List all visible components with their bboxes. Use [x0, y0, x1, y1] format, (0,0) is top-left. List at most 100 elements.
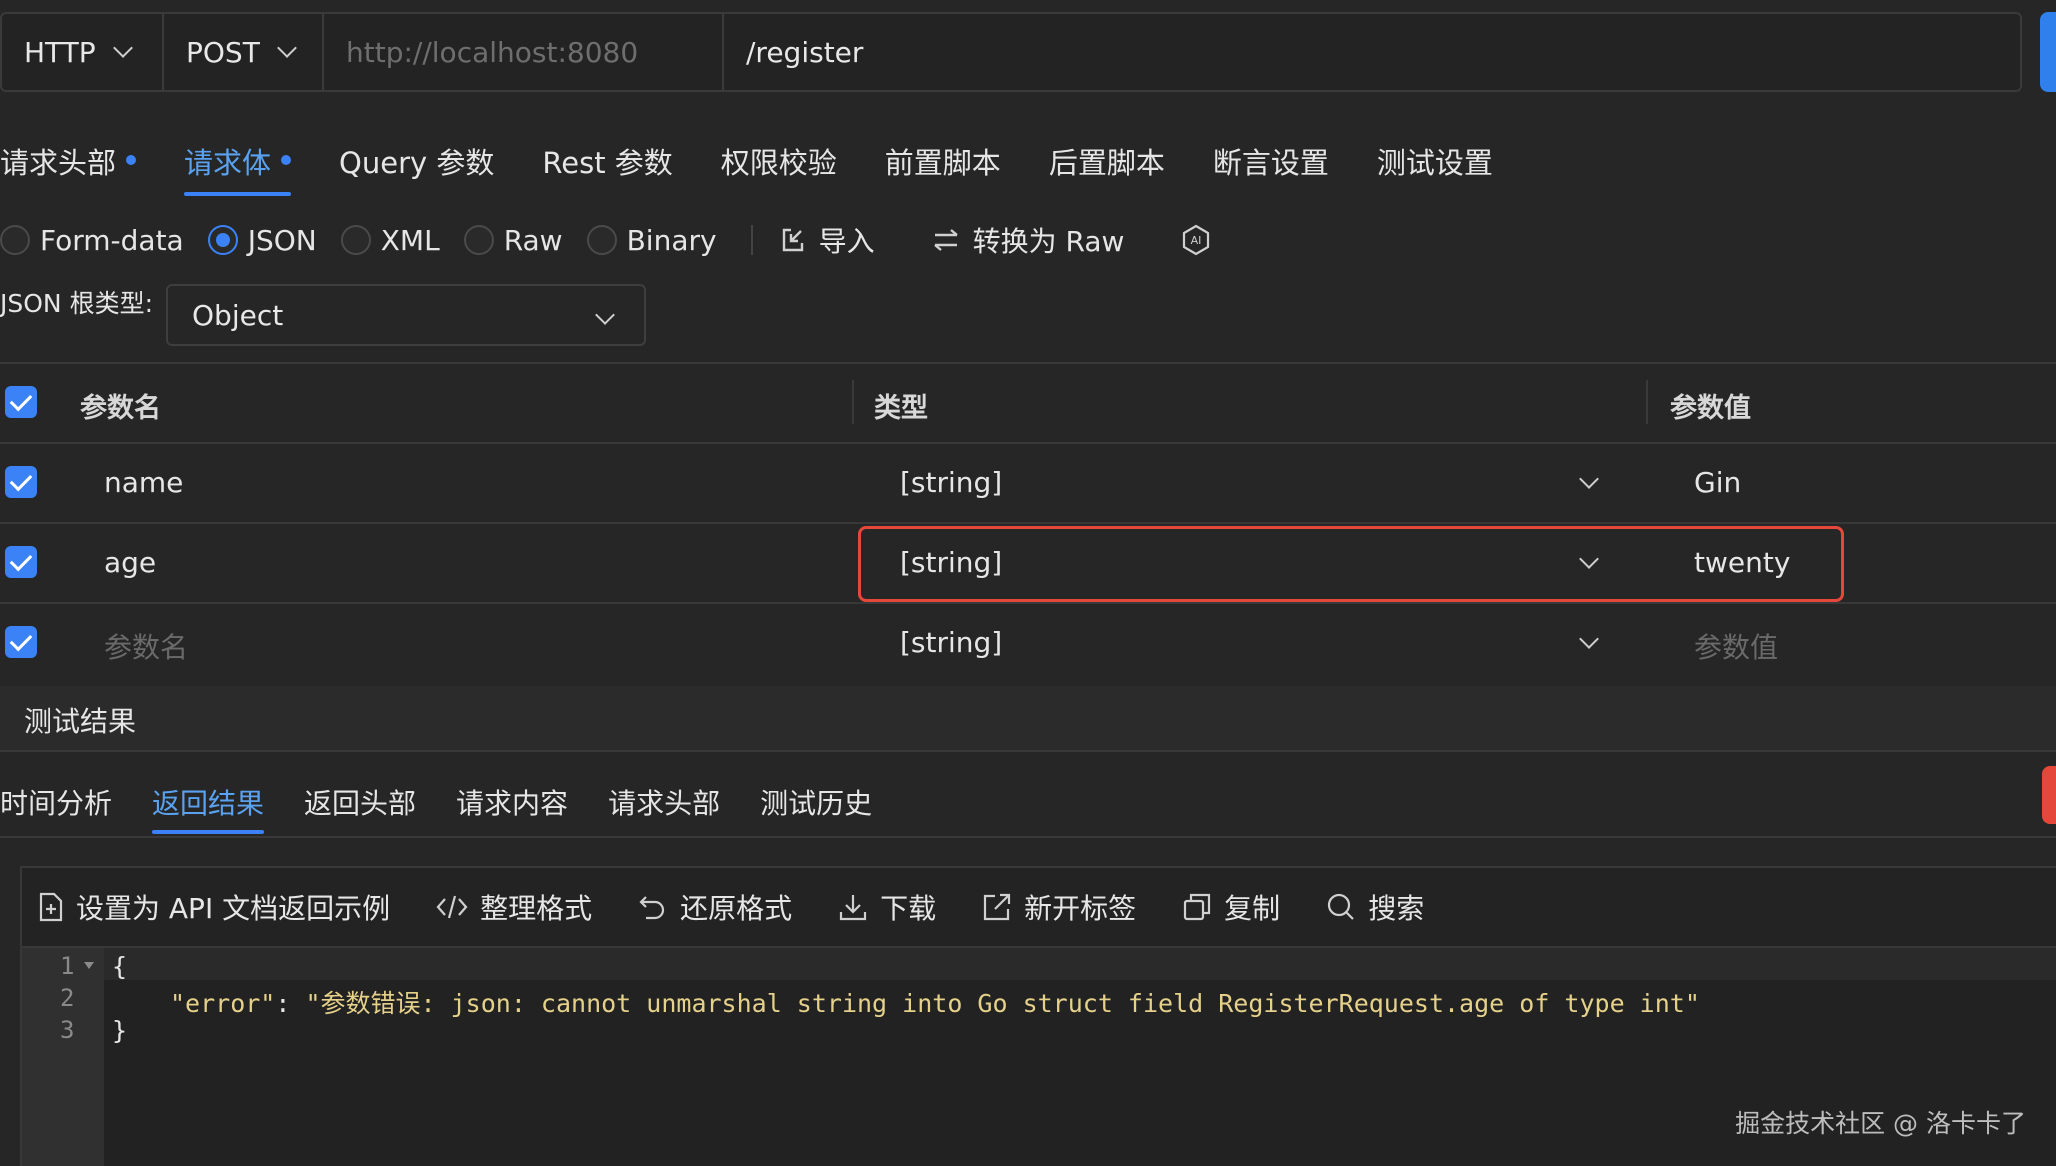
import-label: 导入 — [818, 225, 875, 258]
side-indicator[interactable] — [2042, 766, 2056, 824]
convert-icon — [933, 229, 958, 251]
convert-raw-button[interactable]: 转换为 Raw — [931, 220, 1125, 260]
radio-circle — [340, 225, 371, 255]
set-example-button[interactable]: 设置为 API 文档返回示例 — [38, 887, 390, 927]
radio-json[interactable]: JSON — [207, 224, 317, 257]
root-type-value: Object — [192, 298, 284, 332]
base-url-placeholder: http://localhost:8080 — [346, 35, 639, 69]
tab-rest[interactable]: Rest 参数 — [542, 140, 672, 196]
row-checkbox[interactable] — [5, 546, 37, 578]
radio-form-data[interactable]: Form-data — [0, 224, 184, 257]
results-header — [0, 686, 2056, 752]
tab-timing[interactable]: 时间分析 — [0, 782, 112, 834]
param-name-input[interactable]: name — [104, 466, 183, 499]
divider — [0, 442, 2056, 444]
tab-label: 前置脚本 — [884, 146, 1001, 180]
tool-label: 整理格式 — [480, 892, 593, 925]
send-button[interactable] — [2040, 12, 2056, 92]
request-tabs: 请求头部 请求体 Query 参数 Rest 参数 权限校验 前置脚本 后置脚本… — [0, 140, 1541, 200]
new-tab-button[interactable]: 新开标签 — [982, 887, 1136, 927]
radio-xml[interactable]: XML — [340, 223, 440, 257]
line-number: 3 — [60, 1016, 75, 1044]
tab-pre-script[interactable]: 前置脚本 — [885, 140, 1001, 196]
row-checkbox[interactable] — [5, 626, 37, 658]
radio-binary[interactable]: Binary — [586, 223, 717, 257]
tab-test-history[interactable]: 测试历史 — [760, 782, 872, 834]
tool-label: 设置为 API 文档返回示例 — [76, 892, 391, 925]
import-icon — [782, 228, 803, 252]
column-divider[interactable] — [1646, 380, 1648, 424]
header-param-name: 参数名 — [80, 393, 161, 424]
download-button[interactable]: 下载 — [838, 887, 936, 927]
root-type-label: JSON 根类型: — [0, 284, 153, 320]
tool-label: 还原格式 — [680, 892, 793, 925]
copy-button[interactable]: 复制 — [1182, 887, 1280, 927]
active-line — [104, 948, 2056, 980]
code-line-2: "error": "参数错误: json: cannot unmarshal s… — [170, 984, 1700, 1020]
format-button[interactable]: 整理格式 — [436, 887, 592, 927]
divider — [0, 522, 2056, 524]
method-select[interactable]: POST — [164, 14, 324, 90]
code-line-3: } — [112, 1016, 128, 1045]
tab-body[interactable]: 请求体 — [184, 140, 292, 196]
divider — [0, 836, 2056, 838]
fold-arrow-icon[interactable] — [84, 962, 94, 970]
param-value-input[interactable]: 参数值 — [1694, 626, 1778, 666]
line-gutter — [22, 948, 104, 1166]
tab-label: 权限校验 — [720, 146, 837, 180]
restore-button[interactable]: 还原格式 — [638, 887, 792, 927]
tool-label: 新开标签 — [1024, 892, 1137, 925]
tab-assertions[interactable]: 断言设置 — [1213, 140, 1329, 196]
radio-raw[interactable]: Raw — [463, 224, 563, 257]
chevron-down-icon[interactable] — [1579, 629, 1599, 649]
column-divider[interactable] — [852, 380, 854, 424]
ai-icon: AI — [1183, 224, 1210, 256]
search-button[interactable]: 搜索 — [1326, 887, 1424, 927]
tool-label: 下载 — [880, 892, 937, 925]
copy-icon — [1184, 893, 1211, 921]
tab-label: 请求体 — [184, 146, 272, 180]
protocol-select[interactable]: HTTP — [2, 14, 164, 90]
import-button[interactable]: 导入 — [779, 220, 875, 260]
radio-label: XML — [380, 223, 440, 257]
path-input[interactable]: /register — [724, 14, 2020, 90]
param-type-select[interactable]: [string] — [900, 466, 1002, 499]
tab-auth[interactable]: 权限校验 — [721, 140, 837, 196]
radio-label: Binary — [626, 223, 717, 257]
param-name-input[interactable]: 参数名 — [104, 626, 188, 666]
error-highlight-box — [858, 526, 1844, 602]
method-label: POST — [186, 35, 260, 69]
tool-label: 搜索 — [1368, 892, 1425, 925]
modified-dot — [126, 155, 137, 165]
tab-label: Rest 参数 — [542, 146, 673, 180]
divider — [0, 362, 2056, 364]
tab-response-headers[interactable]: 返回头部 — [304, 782, 416, 834]
param-name-input[interactable]: age — [104, 546, 156, 579]
tab-label: 断言设置 — [1212, 146, 1329, 180]
tab-query[interactable]: Query 参数 — [339, 140, 494, 196]
tab-request-headers[interactable]: 请求头部 — [608, 782, 720, 834]
base-url-input[interactable]: http://localhost:8080 — [324, 14, 724, 90]
tab-request-content[interactable]: 请求内容 — [456, 782, 568, 834]
radio-circle-selected — [207, 225, 238, 255]
editor-toolbar: 设置为 API 文档返回示例 整理格式 还原格式 下载 新开标签 复制 搜索 — [22, 868, 2056, 948]
tab-response-body[interactable]: 返回结果 — [152, 782, 265, 834]
convert-label: 转换为 Raw — [972, 225, 1125, 258]
param-type-select[interactable]: [string] — [900, 626, 1002, 659]
param-value-input[interactable]: Gin — [1694, 466, 1741, 499]
undo-icon — [639, 896, 665, 920]
json-value: "参数错误: json: cannot unmarshal string int… — [305, 989, 1700, 1018]
external-link-icon — [984, 893, 1011, 921]
tab-test-settings[interactable]: 测试设置 — [1377, 140, 1493, 196]
row-checkbox[interactable] — [5, 466, 37, 498]
modified-dot — [281, 155, 292, 165]
tab-headers[interactable]: 请求头部 — [0, 140, 137, 196]
chevron-down-icon[interactable] — [1579, 469, 1599, 489]
tab-post-script[interactable]: 后置脚本 — [1049, 140, 1165, 196]
line-number: 1 — [60, 952, 75, 980]
tab-label: 测试设置 — [1376, 146, 1493, 180]
ai-button[interactable]: AI — [1180, 224, 1224, 256]
select-all-checkbox[interactable] — [5, 386, 37, 418]
root-type-select[interactable]: Object — [166, 284, 646, 346]
divider — [0, 602, 2056, 604]
